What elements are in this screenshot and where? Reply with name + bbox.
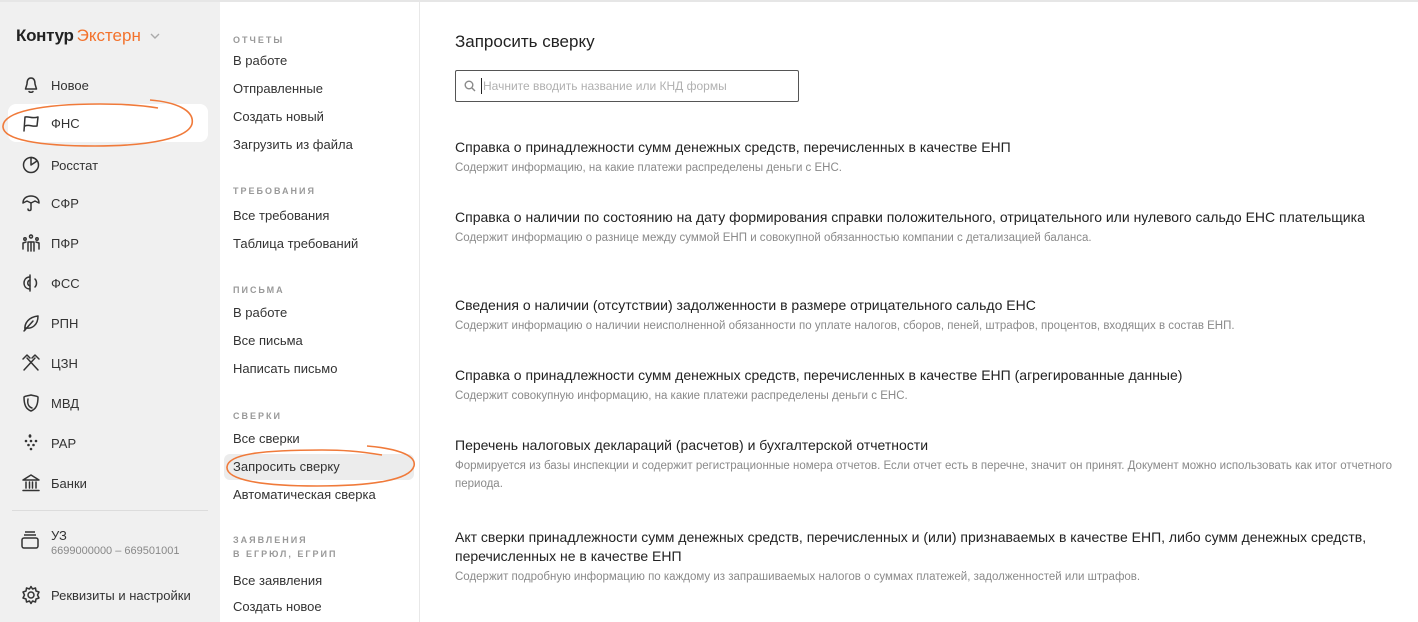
document-item[interactable]: Справка о принадлежности сумм денежных с… (455, 138, 1415, 177)
briefcase-icon (20, 528, 42, 557)
document-description: Содержит информацию о наличии неисполнен… (455, 320, 1235, 332)
nav-link-create-application[interactable]: Создать новое (224, 594, 414, 620)
sidebar-item-label: РАР (51, 435, 77, 451)
umbrella-icon (20, 192, 42, 214)
sidebar-item-label: СФР (51, 195, 79, 211)
sidebar-item-label: ФСС (51, 275, 80, 291)
sidebar-item-new[interactable]: Новое (8, 66, 208, 104)
settings-link[interactable]: Реквизиты и настройки (8, 576, 208, 614)
document-title: Сведения о наличии (отсутствии) задолжен… (455, 297, 1036, 313)
search-icon (464, 80, 476, 92)
flag-icon (20, 112, 42, 134)
document-description: Содержит информацию, на какие платежи ра… (455, 162, 842, 174)
crossed-hammers-icon (20, 352, 42, 374)
gear-icon (20, 584, 42, 606)
sidebar-item-label: Банки (51, 475, 87, 491)
bell-icon (20, 74, 42, 96)
document-item[interactable]: Справка о принадлежности сумм денежных с… (455, 366, 1415, 405)
document-description: Содержит информацию о разнице между сумм… (455, 232, 1092, 244)
nav-heading-applications-sub: В ЕГРЮЛ, ЕГРИП (233, 549, 338, 559)
sidebar-item-label: ФНС (51, 115, 80, 131)
bank-icon (20, 472, 42, 494)
section-nav: ОТЧЕТЫ В работе Отправленные Создать нов… (220, 2, 420, 622)
settings-label: Реквизиты и настройки (51, 587, 191, 603)
document-description: Содержит совокупную информацию, на какие… (455, 390, 908, 402)
chevron-down-icon (150, 33, 160, 39)
nav-link-letters-in-work[interactable]: В работе (224, 300, 414, 326)
nav-link-reports-upload[interactable]: Загрузить из файла (224, 132, 414, 158)
nav-link-reports-create[interactable]: Создать новый (224, 104, 414, 130)
document-item[interactable]: Перечень налоговых деклараций (расчетов)… (455, 436, 1415, 493)
leaf-icon (20, 312, 42, 334)
document-item[interactable]: Акт сверки принадлежности сумм денежных … (455, 528, 1415, 586)
document-item[interactable]: Сведения о наличии (отсутствии) задолжен… (455, 296, 1415, 335)
form-search-field[interactable] (455, 70, 799, 102)
nav-link-auto-reconciliation[interactable]: Автоматическая сверка (224, 482, 414, 508)
nav-heading-letters: ПИСЬМА (233, 285, 285, 295)
document-title: Акт сверки принадлежности сумм денежных … (455, 529, 1367, 564)
document-title: Справка о принадлежности сумм денежных с… (455, 139, 1011, 155)
shield-icon (20, 392, 42, 414)
nav-link-reports-in-work[interactable]: В работе (224, 48, 414, 74)
organization-name: УЗ (51, 528, 67, 543)
sidebar-item-rosstat[interactable]: Росстат (8, 146, 208, 184)
search-input[interactable] (483, 79, 783, 93)
sidebar-item-mvd[interactable]: МВД (8, 384, 208, 422)
document-description: Формируется из базы инспекции и содержит… (455, 460, 1393, 490)
nav-link-write-letter[interactable]: Написать письмо (224, 356, 414, 382)
sidebar-divider (12, 510, 208, 511)
sidebar-item-rar[interactable]: РАР (8, 424, 208, 462)
organization-inn-kpp: 6699000000 – 669501001 (51, 545, 180, 557)
nav-link-all-reconciliations[interactable]: Все сверки (224, 426, 414, 452)
sidebar-item-czn[interactable]: ЦЗН (8, 344, 208, 382)
organization-switcher[interactable]: УЗ 6699000000 – 669501001 (8, 528, 208, 557)
nav-heading-applications: ЗАЯВЛЕНИЯ (233, 535, 308, 545)
nav-link-requirements-table[interactable]: Таблица требований (224, 231, 414, 257)
nav-link-all-applications[interactable]: Все заявления (224, 568, 414, 594)
document-title: Справка о наличии по состоянию на дату ф… (455, 209, 1365, 225)
pie-chart-icon (20, 154, 42, 176)
half-circle-icon (20, 272, 42, 294)
sidebar-item-sfr[interactable]: СФР (8, 184, 208, 222)
text-caret (481, 78, 482, 94)
product-name: Экстерн (76, 26, 141, 45)
sidebar-item-label: Новое (51, 77, 89, 93)
brand-name: Контур (16, 26, 74, 45)
sidebar-item-label: ЦЗН (51, 355, 78, 371)
page-title: Запросить сверку (455, 32, 595, 51)
sidebar-item-fns[interactable]: ФНС (8, 104, 208, 142)
sidebar-item-label: ПФР (51, 235, 79, 251)
nav-link-request-reconciliation[interactable]: Запросить сверку (224, 454, 414, 480)
sidebar-item-pfr[interactable]: ПФР (8, 224, 208, 262)
grapes-icon (20, 432, 42, 454)
document-item[interactable]: Справка о наличии по состоянию на дату ф… (455, 208, 1415, 247)
product-switcher[interactable]: Контур Экстерн (16, 26, 161, 46)
document-title: Справка о принадлежности сумм денежных с… (455, 367, 1183, 383)
sidebar-item-label: МВД (51, 395, 80, 411)
document-description: Содержит подробную информацию по каждому… (455, 571, 1141, 583)
sidebar-item-fss[interactable]: ФСС (8, 264, 208, 302)
sidebar-item-banks[interactable]: Банки (8, 464, 208, 502)
main-content: Запросить сверку Справка о принадлежност… (421, 2, 1418, 622)
sidebar-item-label: РПН (51, 315, 79, 331)
nav-link-all-letters[interactable]: Все письма (224, 328, 414, 354)
nav-link-all-requirements[interactable]: Все требования (224, 203, 414, 229)
people-icon (20, 232, 42, 254)
document-title: Перечень налоговых деклараций (расчетов)… (455, 437, 929, 453)
sidebar-item-label: Росстат (51, 157, 99, 173)
sidebar: Контур Экстерн Новое ФНС Росстат СФР ПФР… (0, 2, 220, 622)
nav-link-reports-sent[interactable]: Отправленные (224, 76, 414, 102)
nav-heading-reports: ОТЧЕТЫ (233, 35, 285, 45)
sidebar-item-rpn[interactable]: РПН (8, 304, 208, 342)
nav-heading-requirements: ТРЕБОВАНИЯ (233, 186, 316, 196)
nav-heading-reconciliations: СВЕРКИ (233, 411, 282, 421)
